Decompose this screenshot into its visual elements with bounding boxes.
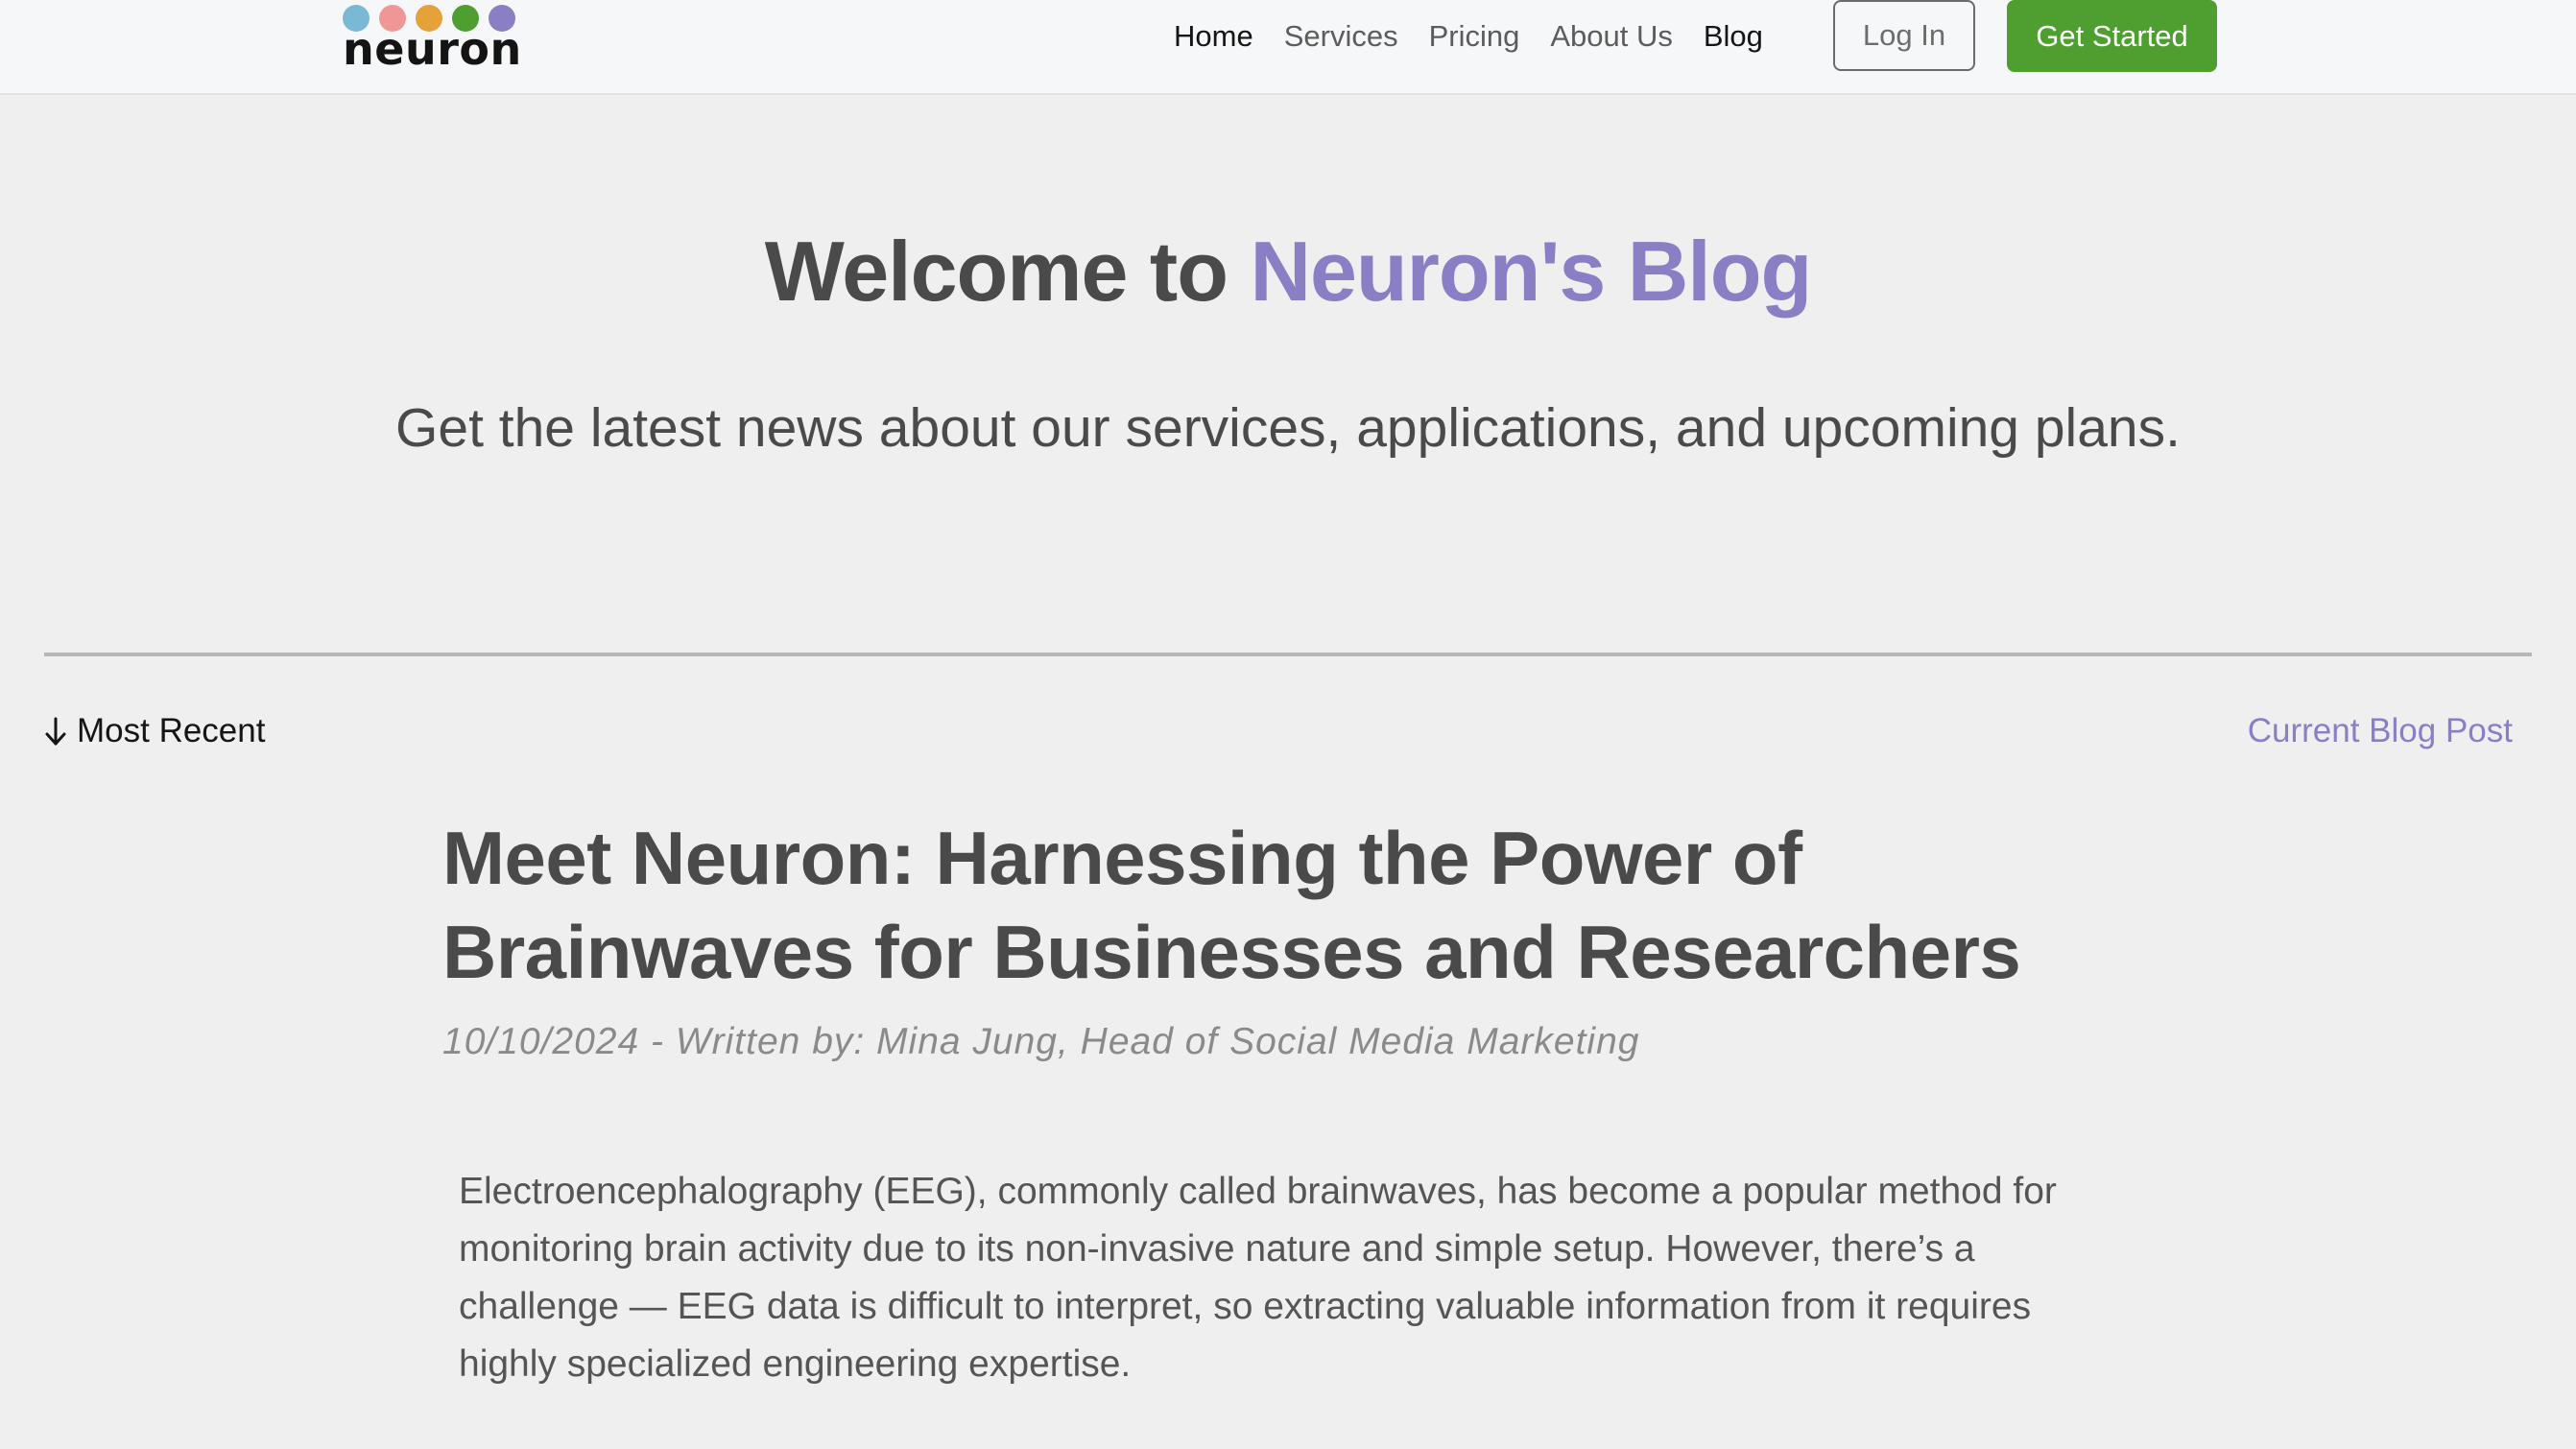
- post-title: Meet Neuron: Harnessing the Power of Bra…: [442, 816, 2021, 994]
- nav-item-about-us[interactable]: About Us: [1550, 19, 1673, 54]
- logo-wordmark: neuron: [343, 23, 522, 75]
- nav-item-pricing[interactable]: Pricing: [1429, 19, 1520, 54]
- top-navigation-bar: neuron Home Services Pricing About Us Bl…: [0, 0, 2576, 95]
- brand-logo[interactable]: neuron: [343, 0, 521, 77]
- hero-title: Welcome to Neuron's Blog: [0, 219, 2576, 324]
- post-meta: 10/10/2024 - Written by: Mina Jung, Head…: [442, 1021, 1640, 1062]
- post-body: Electroencephalography (EEG), commonly c…: [459, 1171, 2057, 1385]
- most-recent-label: Most Recent: [44, 710, 265, 752]
- section-divider: [44, 653, 2532, 656]
- nav-item-home[interactable]: Home: [1174, 19, 1253, 54]
- hero-title-accent: Neuron's Blog: [1250, 224, 1812, 319]
- log-in-button[interactable]: Log In: [1833, 0, 1975, 71]
- nav-item-services[interactable]: Services: [1284, 19, 1398, 54]
- most-recent-text: Most Recent: [77, 712, 266, 749]
- arrow-down-icon: [45, 717, 66, 746]
- nav-item-blog[interactable]: Blog: [1704, 19, 1763, 54]
- current-blog-post-link[interactable]: Current Blog Post: [2248, 710, 2513, 752]
- hero-title-prefix: Welcome to: [764, 224, 1251, 319]
- hero-subtitle: Get the latest news about our services, …: [395, 397, 2181, 459]
- get-started-button[interactable]: Get Started: [2007, 0, 2217, 72]
- main-nav: Home Services Pricing About Us Blog: [1174, 0, 1763, 73]
